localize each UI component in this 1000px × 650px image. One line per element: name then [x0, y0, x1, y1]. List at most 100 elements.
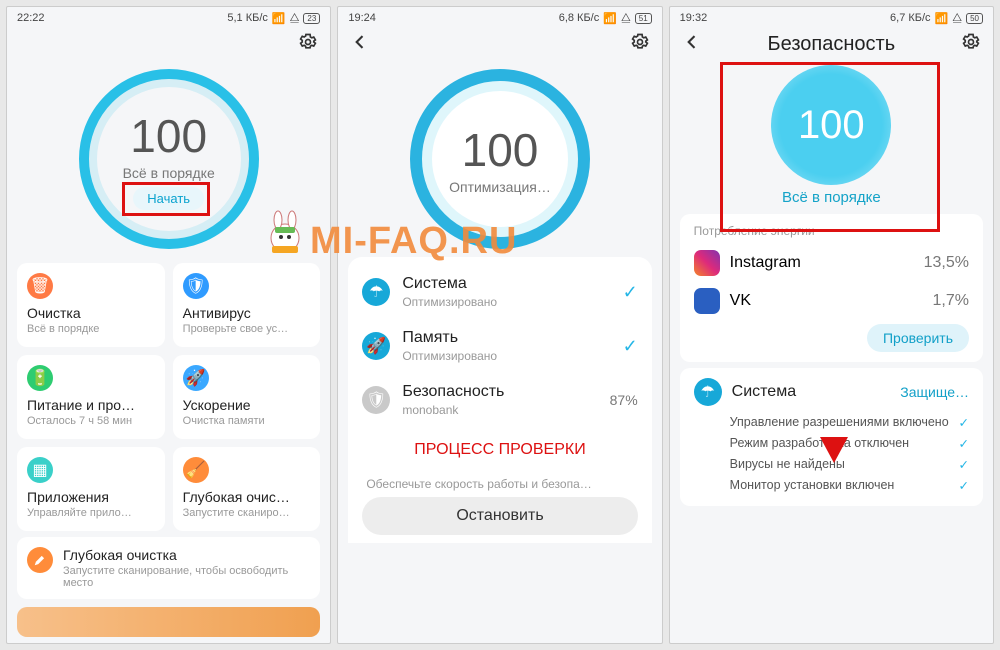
- gear-icon[interactable]: [298, 32, 318, 57]
- check-icon: ✓: [623, 282, 638, 303]
- umbrella-icon: ☂: [694, 378, 722, 406]
- apps-icon: ▦: [27, 457, 53, 483]
- check-icon: ✓: [959, 415, 969, 430]
- check-icon: ✓: [959, 436, 969, 451]
- card-sub: Проверьте свое ус…: [183, 323, 311, 335]
- phone-security-home: 22:22 5,1 КБ/с 📶 ⧋ 23 100 Всё в порядке …: [6, 6, 331, 644]
- battery-icon: 🔋: [27, 365, 53, 391]
- optimize-row: 🚀 Память Оптимизировано ✓: [362, 319, 637, 373]
- card-sub: Осталось 7 ч 58 мин: [27, 415, 155, 427]
- row-percent: 87%: [610, 392, 638, 408]
- tool-card[interactable]: 🛡 Антивирус Проверьте свое ус…: [173, 263, 321, 347]
- deep-clean-title[interactable]: Глубокая очистка: [63, 547, 310, 563]
- tool-card[interactable]: 🗑 Очистка Всё в порядке: [17, 263, 165, 347]
- app-row[interactable]: VK 1,7%: [694, 282, 969, 320]
- start-button[interactable]: Начать: [133, 187, 204, 210]
- score-circle: 100 Всё в порядке Начать: [79, 69, 259, 249]
- signal-icon: 📶: [935, 12, 949, 25]
- system-badge: Защище…: [900, 384, 969, 400]
- score-value: 100: [130, 109, 207, 163]
- check-item: Монитор установки включен✓: [730, 475, 969, 496]
- shield-icon: 🛡: [183, 273, 209, 299]
- card-title: Очистка: [27, 305, 155, 321]
- card-sub: Управляйте прило…: [27, 507, 155, 519]
- rocket-icon: 🚀: [362, 332, 390, 360]
- status-bar: 22:22 5,1 КБ/с 📶 ⧋ 23: [7, 7, 330, 29]
- rocket-icon: 🚀: [183, 365, 209, 391]
- optimize-row: ☂ Система Оптимизировано ✓: [362, 265, 637, 319]
- status-bar: 19:24 6,8 КБ/с 📶 ⧋ 51: [338, 7, 661, 29]
- app-logo: [694, 288, 720, 314]
- battery-icon: 51: [635, 13, 652, 24]
- status-time: 19:32: [680, 12, 708, 24]
- phone-optimizing: 19:24 6,8 КБ/с 📶 ⧋ 51 100 Оптимизация… ☂…: [337, 6, 662, 644]
- score-subtitle: Всё в порядке: [123, 165, 215, 181]
- status-net: 6,7 КБ/с: [890, 12, 931, 24]
- phone-security-detail: 19:32 6,7 КБ/с 📶 ⧋ 50 Безопасность 100 В…: [669, 6, 994, 644]
- card-title: Антивирус: [183, 305, 311, 321]
- score-value: 100: [798, 103, 865, 148]
- card-sub: Всё в порядке: [27, 323, 155, 335]
- row-sub: monobank: [402, 403, 597, 417]
- row-sub: Оптимизировано: [402, 295, 610, 309]
- row-sub: Оптимизировано: [402, 349, 610, 363]
- battery-icon: 50: [966, 13, 983, 24]
- gear-icon[interactable]: [630, 32, 650, 57]
- battery-icon: 23: [303, 13, 320, 24]
- back-icon[interactable]: [350, 32, 370, 57]
- tool-card[interactable]: 🚀 Ускорение Очистка памяти: [173, 355, 321, 439]
- hint-text: Обеспечьте скорость работы и безопа…: [366, 477, 633, 491]
- app-row[interactable]: Instagram 13,5%: [694, 244, 969, 282]
- check-icon: ✓: [959, 478, 969, 493]
- row-title: Безопасность: [402, 383, 597, 401]
- page-title: Безопасность: [768, 33, 896, 56]
- tool-card[interactable]: 🧹 Глубокая очис… Запустите сканиро…: [173, 447, 321, 531]
- annotation-process: ПРОЦЕСС ПРОВЕРКИ: [362, 441, 637, 459]
- signal-icon: 📶: [272, 12, 286, 25]
- wifi-icon: ⧋: [621, 12, 631, 25]
- gear-icon[interactable]: [961, 32, 981, 57]
- score-subtitle: Оптимизация…: [449, 179, 551, 195]
- wifi-icon: ⧋: [290, 12, 300, 25]
- score-circle: 100 Оптимизация…: [410, 69, 590, 249]
- row-title: Память: [402, 329, 610, 347]
- deep-icon: 🧹: [183, 457, 209, 483]
- optimize-row: 🛡 Безопасность monobank 87%: [362, 373, 637, 427]
- card-title: Глубокая очис…: [183, 489, 311, 505]
- stop-button[interactable]: Остановить: [362, 497, 637, 535]
- check-icon: ✓: [623, 336, 638, 357]
- status-line: Всё в порядке: [670, 189, 993, 206]
- app-percent: 13,5%: [924, 254, 969, 272]
- app-logo: [694, 250, 720, 276]
- deep-clean-sub: Запустите сканирование, чтобы освободить…: [63, 565, 310, 589]
- tool-card[interactable]: ▦ Приложения Управляйте прило…: [17, 447, 165, 531]
- check-button[interactable]: Проверить: [867, 324, 969, 352]
- trash-icon: 🗑: [27, 273, 53, 299]
- app-name: VK: [730, 292, 923, 310]
- wifi-icon: ⧋: [952, 12, 962, 25]
- card-title: Питание и про…: [27, 397, 155, 413]
- status-net: 5,1 КБ/с: [227, 12, 268, 24]
- back-icon[interactable]: [682, 32, 702, 57]
- brush-icon: [27, 547, 53, 573]
- tool-card[interactable]: 🔋 Питание и про… Осталось 7 ч 58 мин: [17, 355, 165, 439]
- app-name: Instagram: [730, 254, 914, 272]
- card-sub: Очистка памяти: [183, 415, 311, 427]
- check-icon: ✓: [959, 457, 969, 472]
- energy-heading: Потребление энергии: [694, 224, 969, 238]
- system-label[interactable]: Система: [732, 383, 796, 401]
- score-circle: 100: [771, 65, 891, 185]
- card-title: Приложения: [27, 489, 155, 505]
- signal-icon: 📶: [603, 12, 617, 25]
- app-percent: 1,7%: [933, 292, 969, 310]
- umbrella-icon: ☂: [362, 278, 390, 306]
- score-value: 100: [462, 123, 539, 177]
- status-time: 22:22: [17, 12, 45, 24]
- row-title: Система: [402, 275, 610, 293]
- shield-icon: 🛡: [362, 386, 390, 414]
- check-item: Управление разрешениями включено✓: [730, 412, 969, 433]
- card-sub: Запустите сканиро…: [183, 507, 311, 519]
- check-item: Вирусы не найдены✓: [730, 454, 969, 475]
- status-time: 19:24: [348, 12, 376, 24]
- card-title: Ускорение: [183, 397, 311, 413]
